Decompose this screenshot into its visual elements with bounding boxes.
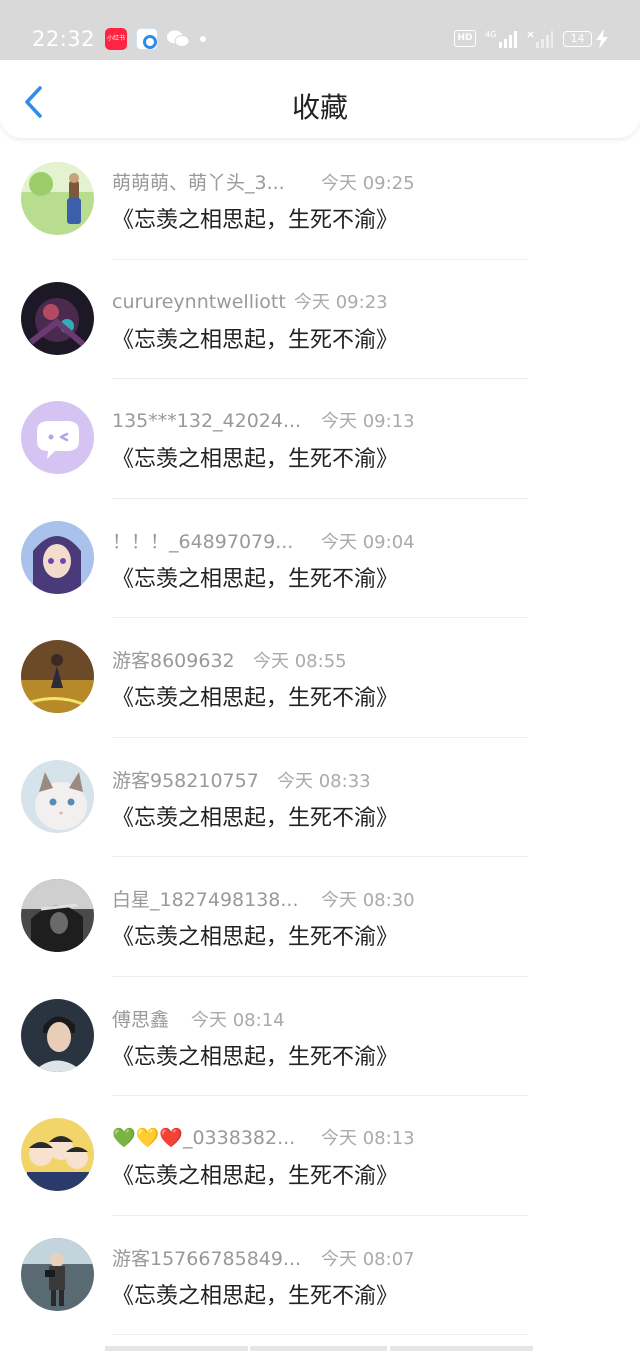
story-title[interactable]: 《忘羡之相思起，生死不渝》	[112, 1278, 398, 1310]
default-chat-avatar[interactable]	[21, 401, 94, 474]
timestamp: 今天 08:07	[321, 1248, 415, 1270]
favorite-item[interactable]: curureynntwelliott 今天 09:23 《忘羡之相思起，生死不渝…	[0, 260, 640, 379]
favorite-item[interactable]: 白星_1827498138... 今天 08:30 《忘羡之相思起，生死不渝》	[0, 857, 640, 977]
username[interactable]: 傅思鑫	[112, 1005, 191, 1032]
signal-4g-icon: 4G	[485, 30, 517, 48]
username[interactable]: 135***132_42024...	[112, 410, 321, 432]
timestamp: 今天 09:25	[321, 173, 415, 194]
item-meta: 白星_1827498138... 今天 08:30	[112, 885, 415, 911]
username[interactable]: 💚💛❤️_0338382...	[112, 1126, 321, 1149]
username[interactable]: curureynntwelliott	[112, 291, 294, 313]
dark-warrior-avatar[interactable]	[21, 281, 94, 355]
favorite-item[interactable]: 游客8609632 今天 08:55 《忘羡之相思起，生死不渝》	[0, 618, 640, 738]
item-meta: 游客15766785849... 今天 08:07	[112, 1244, 415, 1270]
photographer-avatar[interactable]	[21, 1237, 94, 1311]
timestamp: 今天 08:55	[253, 651, 347, 672]
favorite-item[interactable]: ！！！_64897079... 今天 09:04 《忘羡之相思起，生死不渝》	[0, 499, 640, 618]
page-title: 收藏	[291, 91, 348, 124]
charging-bolt-icon	[596, 29, 608, 49]
story-title[interactable]: 《忘羡之相思起，生死不渝》	[112, 441, 398, 473]
browser-app-icon	[136, 28, 158, 50]
item-meta: 💚💛❤️_0338382... 今天 08:13	[112, 1124, 415, 1150]
item-meta: 游客8609632 今天 08:55	[112, 646, 347, 672]
item-meta: curureynntwelliott 今天 09:23	[112, 288, 388, 314]
notification-dot-icon	[200, 36, 206, 42]
username[interactable]: 白星_1827498138...	[112, 885, 321, 912]
girl-in-field-avatar[interactable]	[21, 162, 94, 235]
hd-badge: HD	[454, 30, 476, 47]
item-meta: 游客958210757 今天 08:33	[112, 766, 371, 792]
bottom-bar-segment	[250, 1346, 387, 1351]
young-man-avatar[interactable]	[21, 998, 94, 1072]
timestamp: 今天 08:13	[321, 1128, 415, 1149]
story-title[interactable]: 《忘羡之相思起，生死不渝》	[112, 561, 398, 593]
bottom-bar-segment	[390, 1346, 533, 1351]
signal-weak-icon	[527, 31, 553, 48]
anime-girl-avatar[interactable]	[21, 520, 94, 594]
bottom-bar-segment	[105, 1346, 248, 1351]
timestamp: 今天 09:04	[321, 531, 415, 553]
username[interactable]: 游客958210757	[112, 766, 277, 793]
favorite-item[interactable]: 游客15766785849... 今天 08:07 《忘羡之相思起，生死不渝》	[0, 1216, 640, 1335]
item-meta: ！！！_64897079... 今天 09:04	[112, 527, 415, 553]
favorite-item[interactable]: 萌萌萌、萌丫头_3... 今天 09:25 《忘羡之相思起，生死不渝》	[0, 140, 640, 260]
status-time: 22:32	[32, 27, 96, 51]
story-title[interactable]: 《忘羡之相思起，生死不渝》	[112, 800, 398, 832]
story-title[interactable]: 《忘羡之相思起，生死不渝》	[112, 202, 398, 234]
story-title[interactable]: 《忘羡之相思起，生死不渝》	[112, 680, 398, 712]
top-nav-bar: 收藏	[0, 60, 640, 138]
timestamp: 今天 08:30	[321, 890, 415, 911]
item-meta: 萌萌萌、萌丫头_3... 今天 09:25	[112, 168, 415, 194]
battery-icon: 14	[563, 31, 592, 47]
divider	[112, 1334, 528, 1335]
timestamp: 今天 09:13	[321, 411, 415, 432]
username[interactable]: 游客15766785849...	[112, 1244, 321, 1271]
favorite-item[interactable]: 135***132_42024... 今天 09:13 《忘羡之相思起，生死不渝…	[0, 379, 640, 499]
wechat-icon	[167, 30, 190, 47]
cat-avatar[interactable]	[21, 759, 94, 833]
timestamp: 今天 08:33	[277, 770, 371, 792]
timestamp: 今天 08:14	[191, 1009, 285, 1031]
story-title[interactable]: 《忘羡之相思起，生死不渝》	[112, 1039, 398, 1071]
xiaohongshu-app-icon: 小红书	[105, 28, 127, 50]
cartoon-group-avatar[interactable]	[21, 1118, 94, 1191]
stage-dancer-avatar[interactable]	[21, 640, 94, 713]
hooded-figure-avatar[interactable]	[21, 879, 94, 952]
favorite-item[interactable]: 游客958210757 今天 08:33 《忘羡之相思起，生死不渝》	[0, 738, 640, 857]
favorites-list: 萌萌萌、萌丫头_3... 今天 09:25 《忘羡之相思起，生死不渝》 curu…	[0, 140, 640, 1335]
story-title[interactable]: 《忘羡之相思起，生死不渝》	[112, 322, 398, 354]
username[interactable]: 游客8609632	[112, 646, 253, 673]
story-title[interactable]: 《忘羡之相思起，生死不渝》	[112, 1158, 398, 1190]
item-meta: 135***132_42024... 今天 09:13	[112, 407, 415, 433]
favorite-item[interactable]: 傅思鑫 今天 08:14 《忘羡之相思起，生死不渝》	[0, 977, 640, 1096]
username[interactable]: ！！！_64897079...	[112, 527, 321, 554]
username[interactable]: 萌萌萌、萌丫头_3...	[112, 168, 321, 195]
story-title[interactable]: 《忘羡之相思起，生死不渝》	[112, 919, 398, 951]
favorite-item[interactable]: 💚💛❤️_0338382... 今天 08:13 《忘羡之相思起，生死不渝》	[0, 1096, 640, 1216]
status-bar: 22:32 小红书 HD 4G 14	[0, 0, 640, 60]
network-label: 4G	[485, 30, 496, 39]
timestamp: 今天 09:23	[294, 291, 388, 313]
item-meta: 傅思鑫 今天 08:14	[112, 1005, 285, 1031]
